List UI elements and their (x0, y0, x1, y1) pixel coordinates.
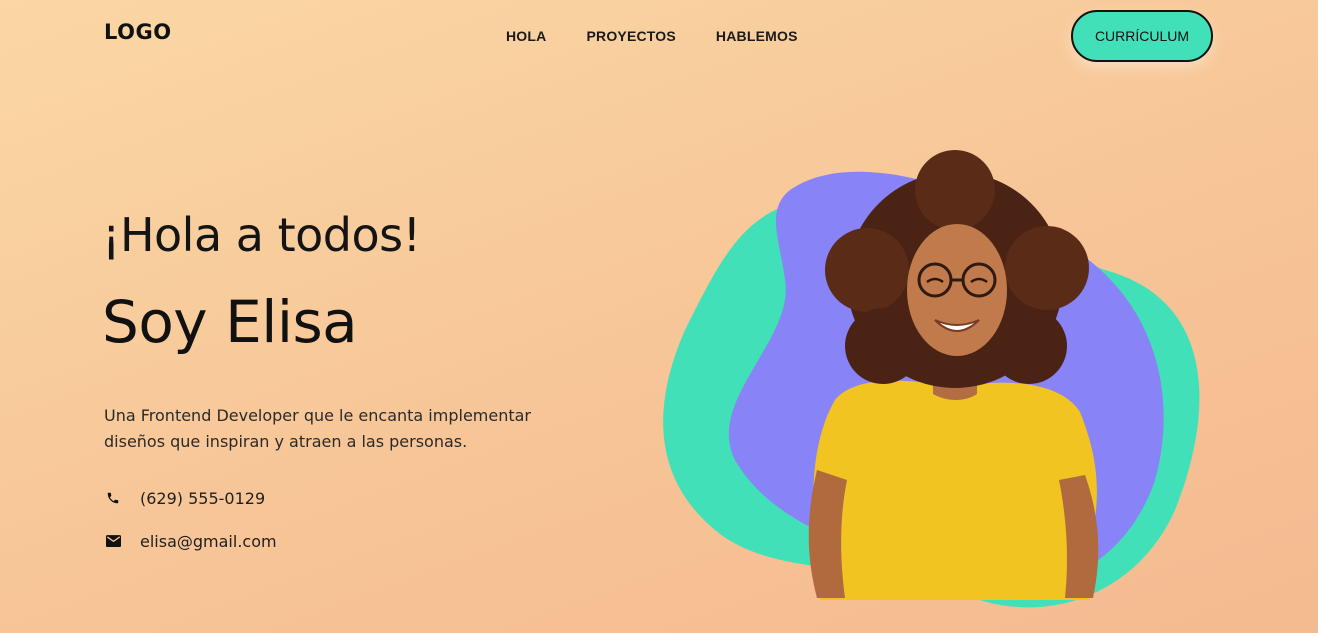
logo[interactable]: LOGO (104, 20, 172, 44)
email-address: elisa@gmail.com (140, 531, 277, 551)
main-nav: HOLA PROYECTOS HABLEMOS (506, 28, 798, 44)
hero-portrait (655, 150, 1215, 620)
hero-greeting: ¡Hola a todos! (102, 208, 421, 262)
contact-phone[interactable]: (629) 555-0129 (104, 488, 265, 508)
phone-icon (104, 488, 122, 508)
phone-number: (629) 555-0129 (140, 488, 266, 508)
hero-name: Soy Elisa (102, 288, 358, 356)
nav-link-proyectos[interactable]: PROYECTOS (586, 28, 675, 44)
hero-description: Una Frontend Developer que le encanta im… (104, 406, 532, 451)
nav-link-hola[interactable]: HOLA (506, 28, 546, 44)
email-icon (104, 531, 122, 551)
contact-email[interactable]: elisa@gmail.com (104, 531, 277, 551)
cv-button[interactable]: CURRÍCULUM (1071, 10, 1213, 62)
nav-link-hablemos[interactable]: HABLEMOS (716, 28, 798, 44)
